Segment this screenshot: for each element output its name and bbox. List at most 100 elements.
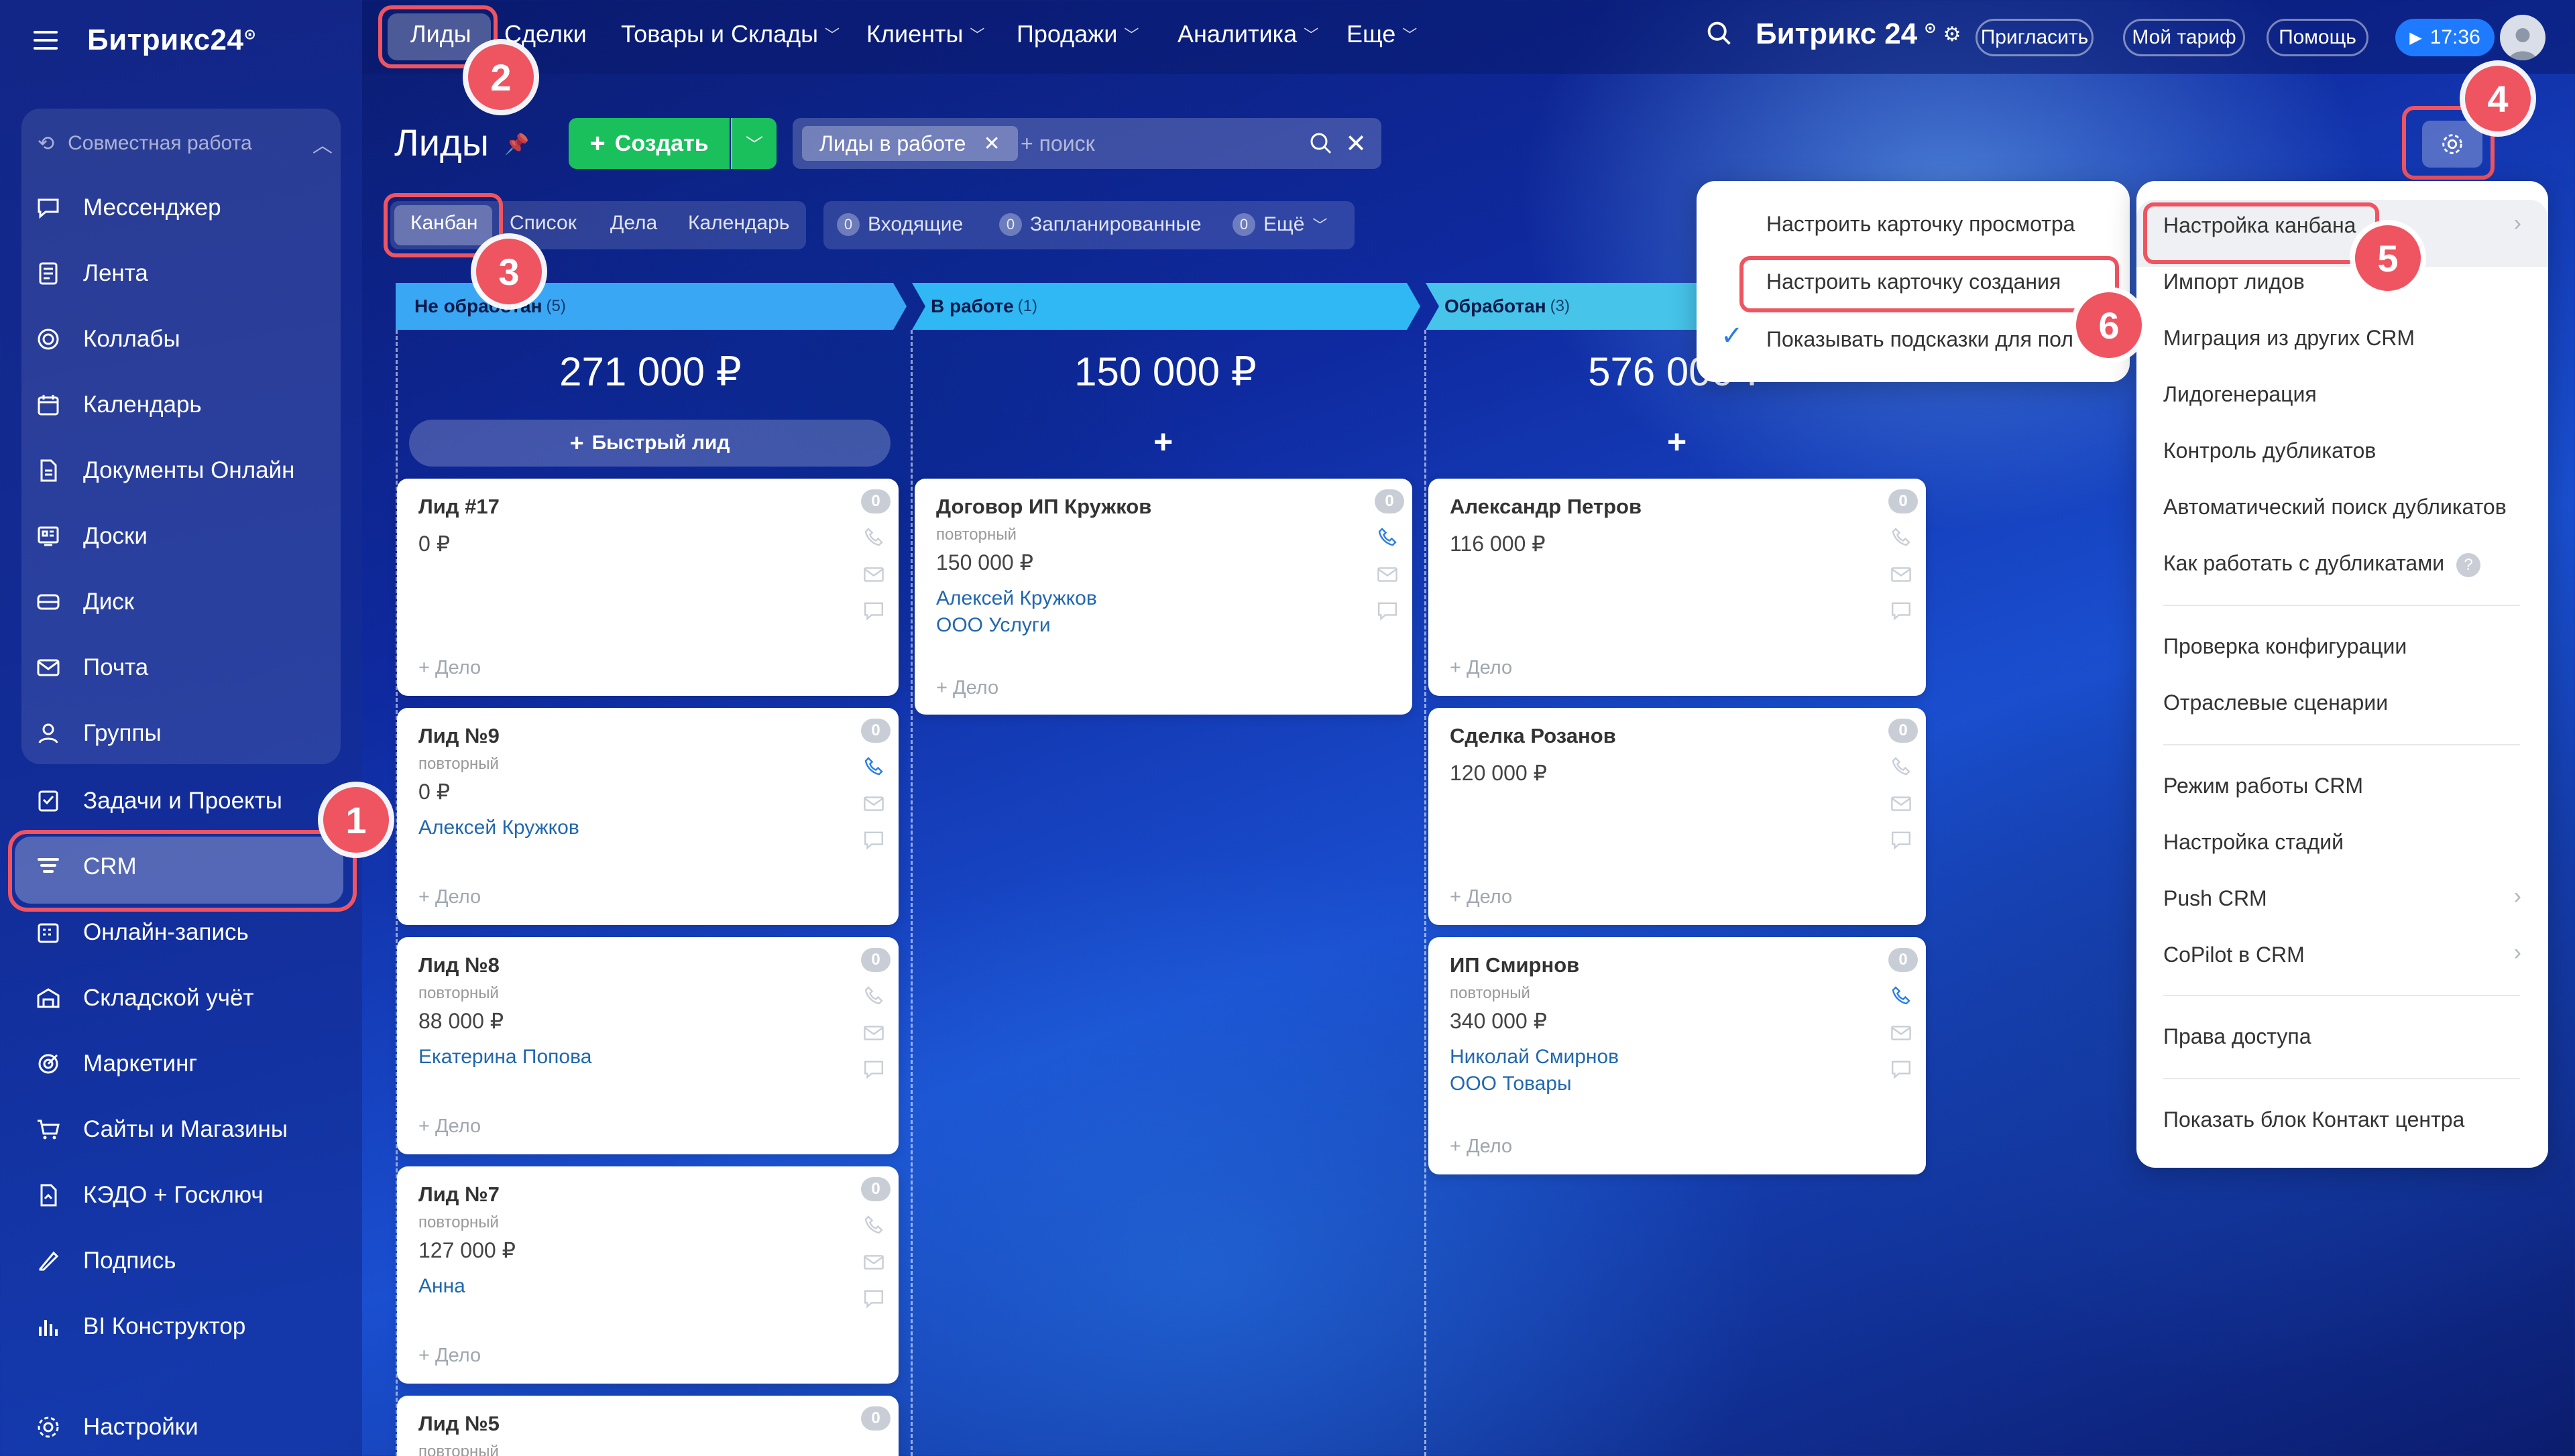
search-box[interactable]: Лиды в работе ✕ + поиск ✕	[793, 118, 1381, 169]
invite-button[interactable]: Пригласить	[1976, 19, 2094, 56]
card-contact-link[interactable]: Алексей Кружков	[936, 587, 1097, 610]
sidebar-item-messenger[interactable]: Мессенджер	[34, 184, 221, 231]
lead-card[interactable]: Сделка Розанов 120 000 ₽ + Дело 0	[1428, 708, 1926, 925]
phone-icon[interactable]	[861, 526, 886, 548]
phone-icon[interactable]	[861, 755, 886, 778]
card-contact-link[interactable]: Николай Смирнов	[1450, 1046, 1619, 1069]
help-icon[interactable]: ?	[2456, 552, 2481, 577]
chat-icon[interactable]	[861, 1287, 886, 1310]
phone-icon[interactable]	[1375, 526, 1400, 548]
card-company-link[interactable]: ООО Услуги	[936, 614, 1051, 637]
mail-icon[interactable]	[1888, 792, 1914, 815]
sidebar-item-disk[interactable]: Диск	[34, 579, 134, 625]
lead-card[interactable]: Лид №7 повторный 127 000 ₽ Анна + Дело 0	[397, 1166, 899, 1384]
tab-clients[interactable]: Клиенты ﹀	[866, 20, 984, 48]
tab-more[interactable]: Еще ﹀	[1347, 20, 1417, 48]
phone-icon[interactable]	[1888, 526, 1914, 548]
card-contact-link[interactable]: Алексей Кружков	[418, 816, 579, 839]
sidebar-item-sign[interactable]: Подпись	[34, 1237, 176, 1284]
card-title[interactable]: Сделка Розанов	[1450, 724, 1616, 748]
sidebar-item-documents[interactable]: Документы Онлайн	[34, 447, 294, 494]
mail-icon[interactable]	[1375, 563, 1400, 586]
mail-icon[interactable]	[1888, 1022, 1914, 1044]
menu-item-access[interactable]: Права доступа	[2163, 1024, 2311, 1049]
menu-item-import[interactable]: Импорт лидов	[2163, 269, 2305, 294]
tab-calendar[interactable]: Календарь	[688, 212, 789, 235]
card-title[interactable]: Лид №9	[418, 724, 500, 748]
add-activity-link[interactable]: + Дело	[418, 1115, 481, 1138]
tab-analytics[interactable]: Аналитика ﹀	[1178, 20, 1318, 48]
card-title[interactable]: Лид №8	[418, 953, 500, 977]
menu-item-stages[interactable]: Настройка стадий	[2163, 830, 2344, 855]
mail-icon[interactable]	[861, 1251, 886, 1274]
lead-card[interactable]: Лид #17 0 ₽ + Дело 0	[397, 479, 899, 696]
phone-icon[interactable]	[1888, 984, 1914, 1007]
sidebar-item-bi[interactable]: BI Конструктор	[34, 1303, 245, 1350]
close-icon[interactable]: ✕	[983, 132, 1000, 156]
sidebar-item-booking[interactable]: Онлайн-запись	[34, 909, 249, 956]
sidebar-item-kedo[interactable]: КЭДО + Госключ	[34, 1172, 264, 1219]
menu-item-copilot[interactable]: CoPilot в CRM	[2163, 943, 2305, 967]
tab-sales[interactable]: Продажи ﹀	[1017, 20, 1139, 48]
menu-item-kanban-settings[interactable]: Настройка канбана	[2163, 213, 2356, 238]
filter-chip[interactable]: Лиды в работе ✕	[802, 126, 1018, 161]
chevron-up-icon[interactable]: ︿	[312, 129, 333, 158]
tab-deals[interactable]: Сделки	[504, 20, 587, 48]
lead-card[interactable]: Договор ИП Кружков повторный 150 000 ₽ А…	[915, 479, 1412, 715]
tab-leads[interactable]: Лиды	[410, 20, 471, 48]
add-card-button[interactable]: +	[1153, 422, 1173, 461]
sidebar-item-marketing[interactable]: Маркетинг	[34, 1040, 197, 1087]
menu-item-duplicates[interactable]: Контроль дубликатов	[2163, 438, 2376, 463]
menu-icon[interactable]	[34, 31, 58, 50]
add-activity-link[interactable]: + Дело	[1450, 886, 1512, 908]
logo[interactable]: Битрикс24⊙	[87, 23, 256, 57]
sidebar-item-shop[interactable]: Сайты и Магазины	[34, 1106, 288, 1153]
close-icon[interactable]: ✕	[1345, 129, 1367, 159]
chat-icon[interactable]	[861, 599, 886, 622]
lead-card[interactable]: Александр Петров 116 000 ₽ + Дело 0	[1428, 479, 1926, 696]
mail-icon[interactable]	[1888, 563, 1914, 586]
sidebar-item-groups[interactable]: Группы	[34, 710, 162, 757]
add-activity-link[interactable]: + Дело	[1450, 1136, 1512, 1158]
pin-icon[interactable]: 📌	[504, 133, 529, 156]
brand-logo[interactable]: Битрикс 24 ⊙ ⚙	[1756, 17, 1961, 51]
add-card-button[interactable]: +	[1667, 422, 1686, 461]
tariff-button[interactable]: Мой тариф	[2123, 19, 2245, 56]
sidebar-item-boards[interactable]: Доски	[34, 513, 148, 560]
menu-item-duplicates-help[interactable]: Как работать с дубликатами?	[2163, 551, 2481, 577]
card-title[interactable]: Договор ИП Кружков	[936, 495, 1151, 519]
phone-icon[interactable]	[861, 1213, 886, 1236]
phone-icon[interactable]	[861, 984, 886, 1007]
mail-icon[interactable]	[861, 792, 886, 815]
sidebar-item-collabs[interactable]: Коллабы	[34, 316, 180, 363]
chat-icon[interactable]	[861, 829, 886, 851]
mail-icon[interactable]	[861, 1022, 886, 1044]
card-contact-link[interactable]: Екатерина Попова	[418, 1046, 591, 1069]
card-contact-link[interactable]: Анна	[418, 1275, 465, 1298]
menu-item-auto-duplicates[interactable]: Автоматический поиск дубликатов	[2163, 495, 2507, 520]
card-title[interactable]: Александр Петров	[1450, 495, 1642, 519]
lead-card[interactable]: ИП Смирнов повторный 340 000 ₽ Николай С…	[1428, 937, 1926, 1174]
chat-icon[interactable]	[861, 1058, 886, 1081]
chat-icon[interactable]	[1888, 599, 1914, 622]
menu-item-create-card[interactable]: Настроить карточку создания	[1766, 269, 2061, 294]
sidebar-item-feed[interactable]: Лента	[34, 250, 148, 297]
column-header-new[interactable]: Не обработан (5)	[396, 283, 566, 330]
add-activity-link[interactable]: + Дело	[418, 657, 481, 679]
card-title[interactable]: Лид №5	[418, 1412, 500, 1436]
help-button[interactable]: Помощь	[2267, 19, 2368, 56]
counter-more[interactable]: 0 Ещё ﹀	[1233, 213, 1327, 236]
search-icon[interactable]	[1705, 19, 1734, 48]
menu-group-header[interactable]: ⟲ Совместная работа ︿	[38, 123, 333, 164]
menu-item-config-check[interactable]: Проверка конфигурации	[2163, 634, 2407, 659]
menu-item-show-hints[interactable]: Показывать подсказки для пол	[1766, 327, 2115, 352]
search-input[interactable]: + поиск	[1021, 131, 1095, 156]
column-header-in-progress[interactable]: В работе (1)	[912, 283, 1037, 330]
quick-lead-button[interactable]: + Быстрый лид	[409, 420, 891, 467]
worktime-button[interactable]: ▶ 17:36	[2395, 19, 2495, 56]
card-title[interactable]: Лид #17	[418, 495, 500, 519]
tab-list[interactable]: Список	[510, 212, 577, 235]
search-icon[interactable]	[1308, 130, 1334, 163]
chat-icon[interactable]	[1888, 829, 1914, 851]
add-activity-link[interactable]: + Дело	[936, 677, 998, 699]
